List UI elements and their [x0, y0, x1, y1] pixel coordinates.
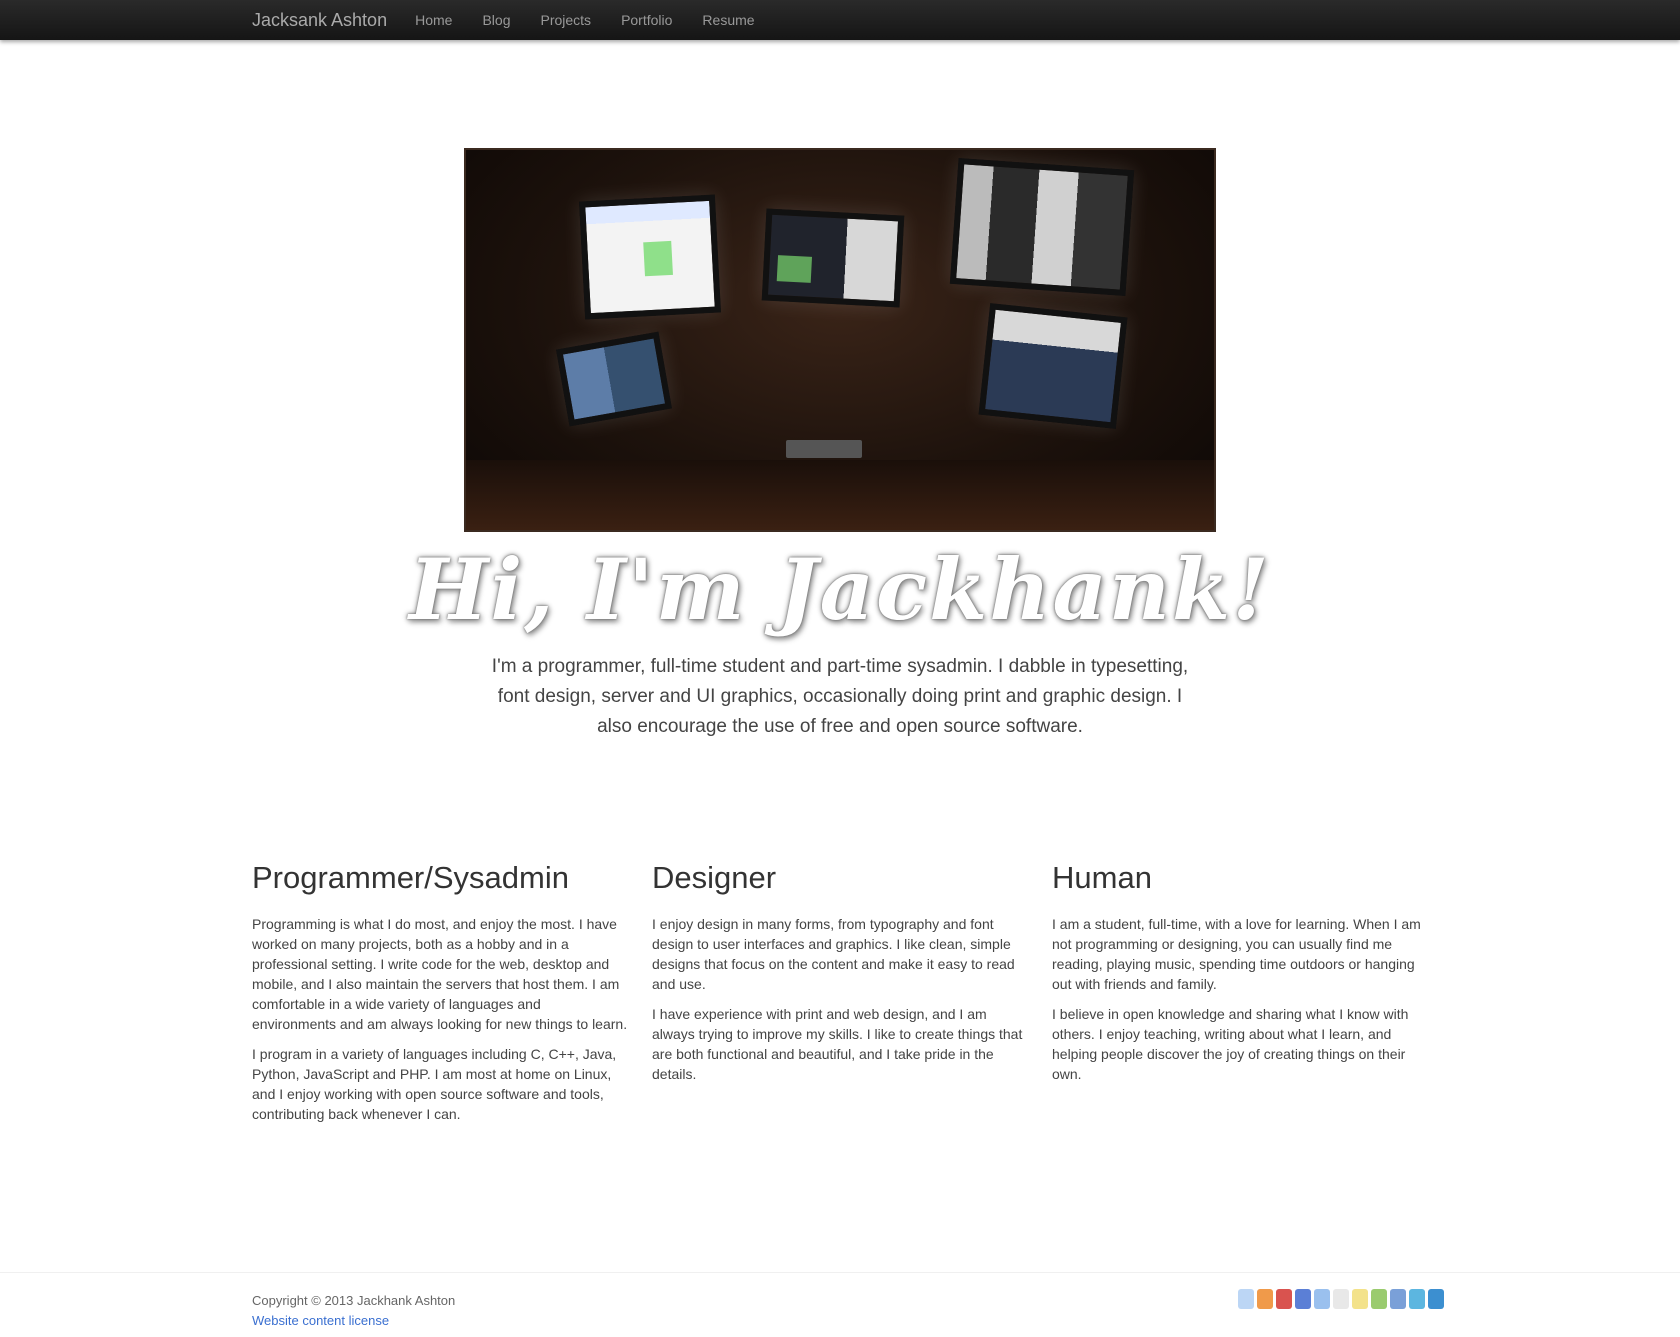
monitor-screen — [978, 303, 1128, 429]
monitor-screen — [761, 208, 905, 308]
nav-inner: Jacksank Ashton Home Blog Projects Portf… — [252, 0, 785, 40]
footer-badge-icon[interactable] — [1371, 1289, 1387, 1309]
footer-badge-icon[interactable] — [1352, 1289, 1368, 1309]
column-paragraph: I believe in open knowledge and sharing … — [1052, 1006, 1409, 1082]
monitor-screen — [949, 158, 1135, 296]
column-paragraph: I have experience with print and web des… — [652, 1006, 1023, 1082]
keyboard — [786, 440, 862, 458]
hero-image — [464, 148, 1216, 532]
brand-link[interactable]: Jacksank Ashton — [252, 10, 387, 31]
footer-badge-icon[interactable] — [1276, 1289, 1292, 1309]
copyright-text: Copyright © 2013 Jackhank Ashton — [252, 1293, 456, 1308]
column-paragraph: Programming is what I do most, and enjoy… — [252, 916, 628, 1032]
top-navbar: Jacksank Ashton Home Blog Projects Portf… — [0, 0, 1680, 40]
column-paragraph: I am a student, full-time, with a love f… — [1052, 916, 1421, 992]
column-title: Designer — [652, 860, 777, 895]
nav-link-projects[interactable]: Projects — [540, 12, 591, 28]
column-programmer: Programmer/Sysadmin Programming is what … — [252, 860, 628, 1134]
footer-badge-icon[interactable] — [1333, 1289, 1349, 1309]
footer-badge-icon[interactable] — [1428, 1289, 1444, 1309]
nav-link-resume[interactable]: Resume — [702, 12, 754, 28]
page-footer: Copyright © 2013 Jackhank Ashton Website… — [0, 1272, 1680, 1337]
desk — [466, 460, 1214, 530]
footer-badge-icon[interactable] — [1257, 1289, 1273, 1309]
column-paragraph: I enjoy design in many forms, from typog… — [652, 916, 1015, 992]
license-link[interactable]: Website content license — [252, 1313, 389, 1328]
footer-badge-icon[interactable] — [1295, 1289, 1311, 1309]
monitor-screen — [579, 194, 721, 320]
footer-badge-icon[interactable] — [1390, 1289, 1406, 1309]
column-designer: Designer I enjoy design in many forms, f… — [652, 860, 1028, 1094]
column-title: Programmer/Sysadmin — [252, 860, 569, 895]
badge-strip — [1238, 1289, 1444, 1309]
nav-link-home[interactable]: Home — [415, 12, 452, 28]
footer-badge-icon[interactable] — [1238, 1289, 1254, 1309]
footer-badge-icon[interactable] — [1409, 1289, 1425, 1309]
nav-link-blog[interactable]: Blog — [482, 12, 510, 28]
column-paragraph: I program in a variety of languages incl… — [252, 1046, 617, 1122]
column-human: Human I am a student, full-time, with a … — [1052, 860, 1428, 1094]
column-title: Human — [1052, 860, 1152, 895]
footer-badge-icon[interactable] — [1314, 1289, 1330, 1309]
hero-headline: Hi, I'm Jackhank! — [408, 540, 1272, 639]
nav-link-portfolio[interactable]: Portfolio — [621, 12, 672, 28]
monitor-screen — [556, 331, 672, 427]
hero-intro: I'm a programmer, full-time student and … — [491, 656, 1189, 737]
